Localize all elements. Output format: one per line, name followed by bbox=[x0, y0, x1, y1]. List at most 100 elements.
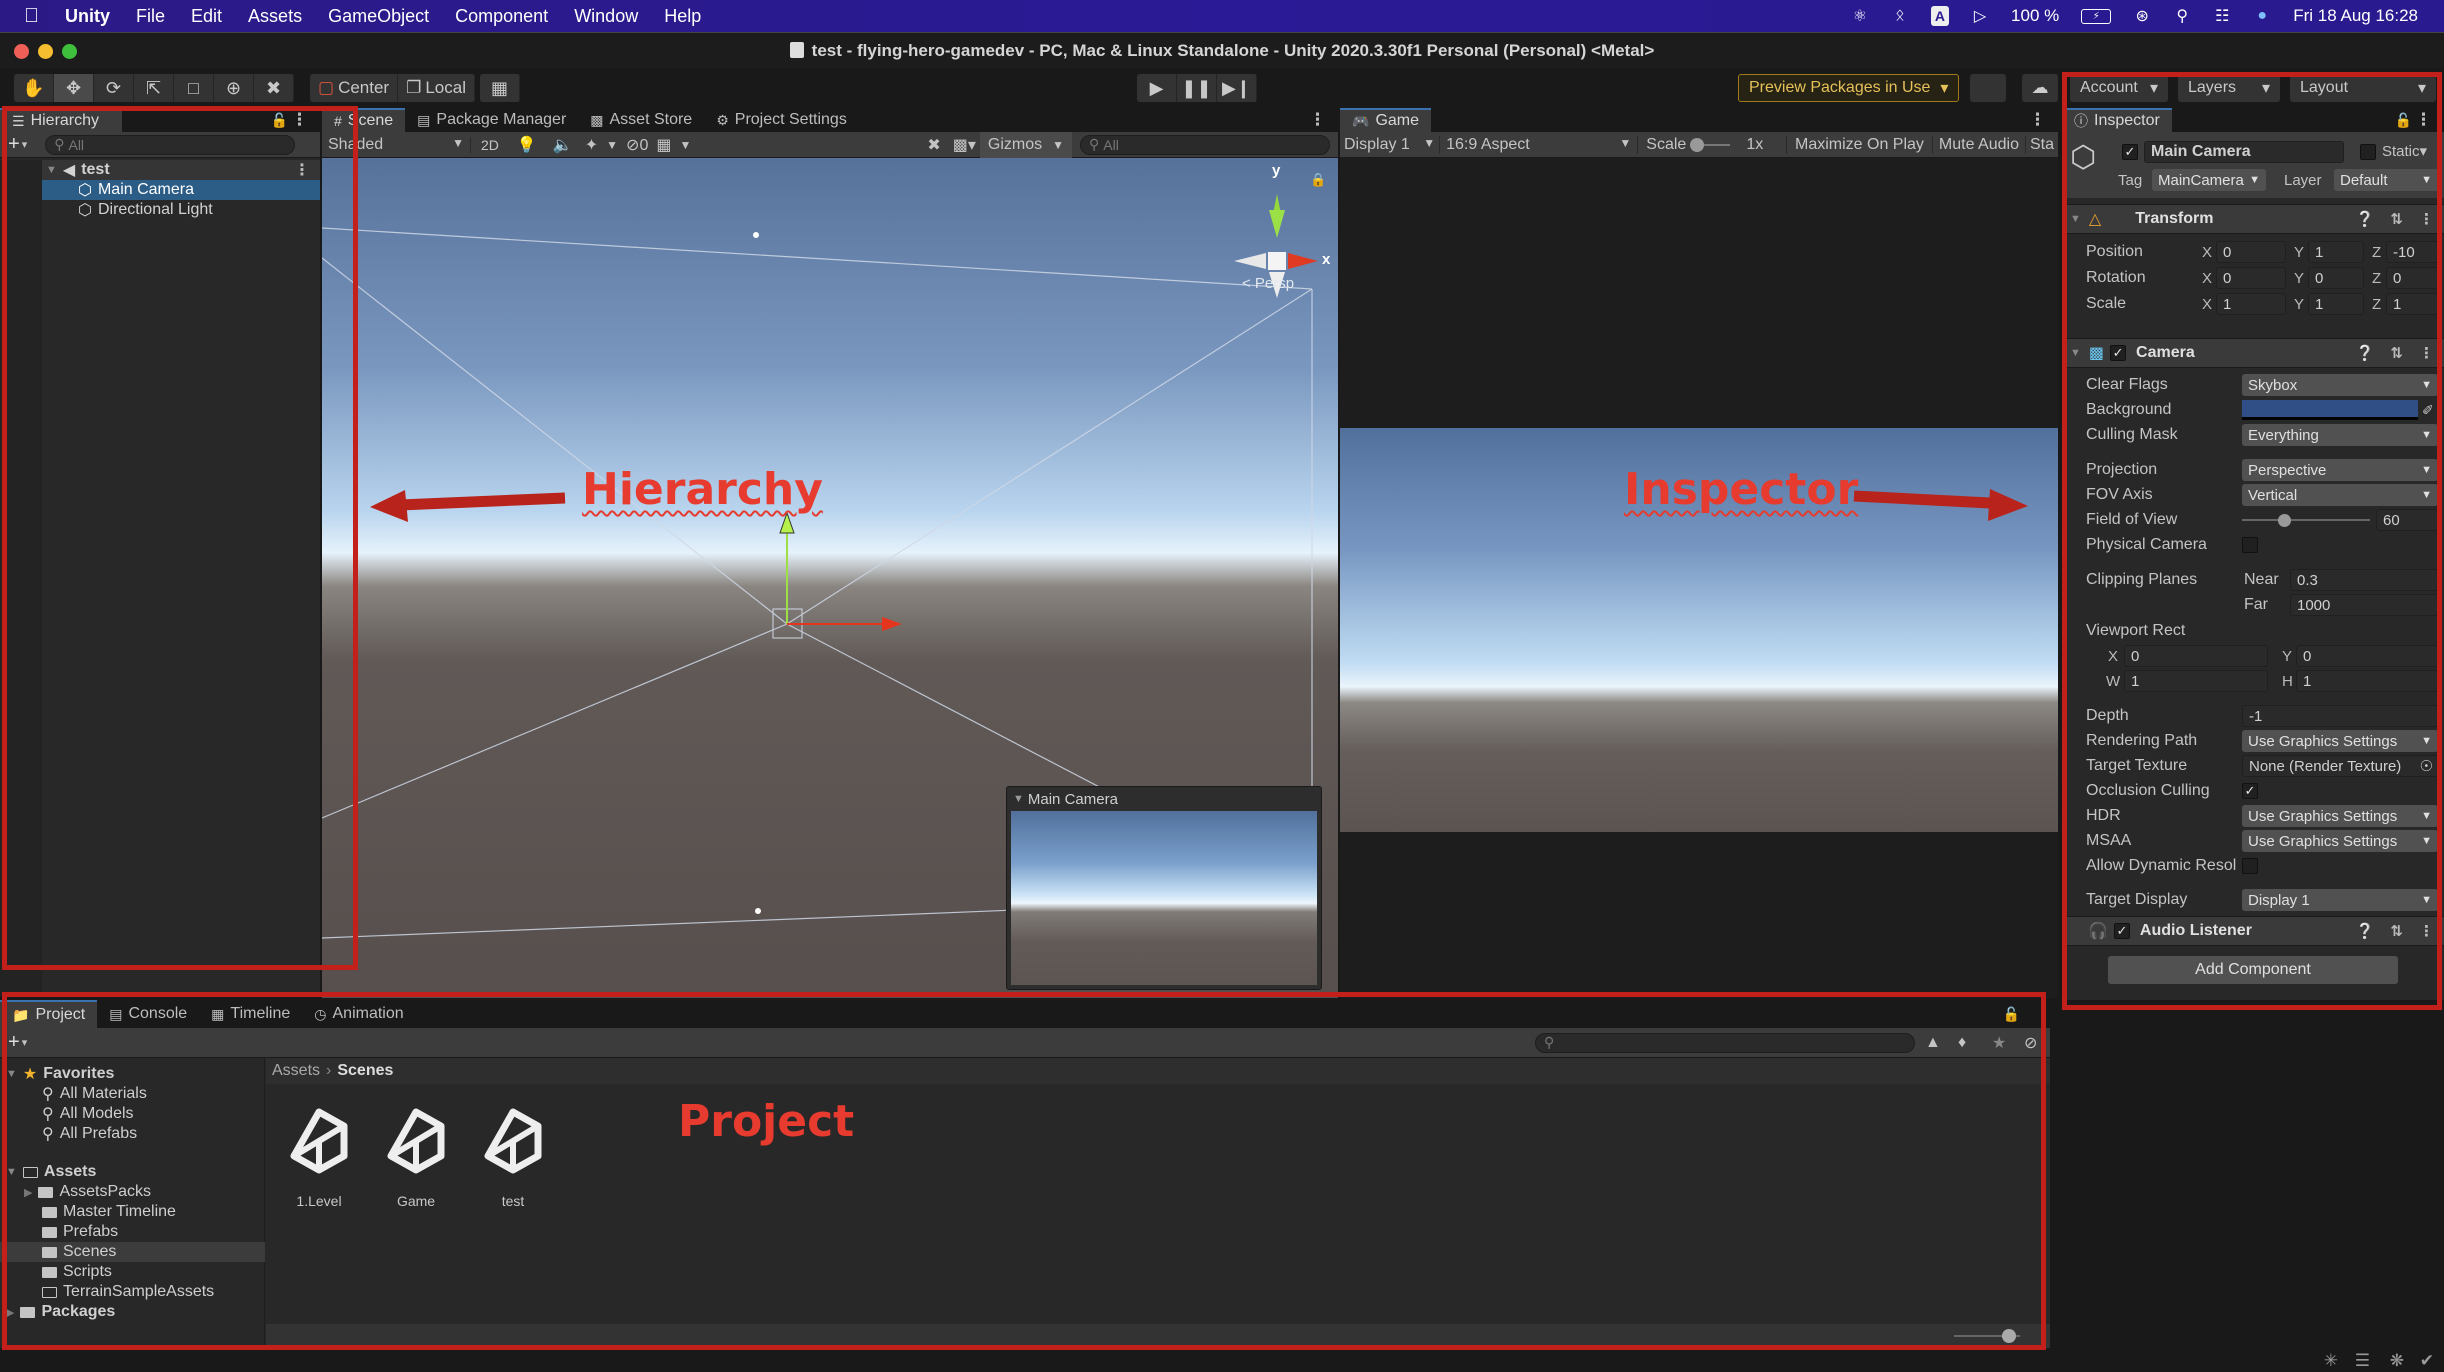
create-plus-icon[interactable]: + bbox=[8, 133, 20, 156]
pivot-local-toggle[interactable]: ❐ Local bbox=[398, 74, 475, 102]
save-search-star-icon[interactable]: ★ bbox=[1992, 1033, 2006, 1053]
target-texture-field[interactable]: None (Render Texture) ☉ bbox=[2242, 755, 2438, 777]
camera-preview-header[interactable]: ▼ Main Camera bbox=[1007, 787, 1321, 811]
gizmo-neg-x-cone[interactable] bbox=[1234, 253, 1266, 269]
auto-generate-lighting-icon[interactable]: ❋ bbox=[2390, 1351, 2404, 1371]
step-button[interactable]: ▶❙ bbox=[1217, 74, 1257, 102]
physical-camera-checkbox[interactable] bbox=[2242, 537, 2258, 553]
icon-size-slider-thumb[interactable] bbox=[2002, 1329, 2016, 1343]
active-checkbox[interactable]: ✓ bbox=[2122, 144, 2138, 160]
fov-slider-thumb[interactable] bbox=[2278, 514, 2292, 527]
scale-slider-thumb[interactable] bbox=[1690, 137, 1705, 152]
tab-project-settings[interactable]: ⚙ Project Settings bbox=[704, 108, 859, 132]
panel-menu-icon[interactable]: ⋮ bbox=[1309, 110, 1326, 130]
eyedropper-icon[interactable]: ✐ bbox=[2422, 402, 2434, 419]
transform-z-input[interactable]: 1 bbox=[2386, 293, 2438, 315]
scene-search-input[interactable]: ⚲ All bbox=[1080, 134, 1330, 155]
culling-mask-dropdown[interactable]: Everything ▼ bbox=[2242, 424, 2438, 446]
viewport-y-input[interactable]: 0 bbox=[2296, 645, 2438, 667]
expand-arrow-icon[interactable]: ▼ bbox=[2070, 213, 2081, 225]
gameobject-cube-icon[interactable]: ⬡ bbox=[2070, 140, 2096, 175]
cloud-icon[interactable]: ☁ bbox=[2022, 74, 2058, 102]
transform-z-input[interactable]: 0 bbox=[2386, 267, 2438, 289]
viewport-x-input[interactable]: 0 bbox=[2124, 645, 2268, 667]
transform-y-input[interactable]: 0 bbox=[2308, 267, 2364, 289]
scale-slider[interactable]: Scale 1x bbox=[1637, 135, 1786, 154]
tab-inspector[interactable]: ⓘ Inspector bbox=[2062, 108, 2172, 132]
hand-tool-icon[interactable]: ✋ bbox=[14, 74, 54, 102]
hidden-objects-icon[interactable]: ⊘0 bbox=[622, 135, 652, 155]
viewport-h-input[interactable]: 1 bbox=[2296, 670, 2438, 692]
target-display-dropdown[interactable]: Display 1 ▼ bbox=[2242, 889, 2438, 911]
camera-icon[interactable]: ▩▾ bbox=[949, 135, 980, 155]
menu-app-unity[interactable]: Unity bbox=[65, 6, 110, 27]
aspect-dropdown[interactable]: 16:9 Aspect ▼ bbox=[1439, 135, 1637, 154]
project-search-input[interactable]: ⚲ bbox=[1535, 1032, 1915, 1053]
folder-item[interactable]: Prefabs bbox=[0, 1222, 265, 1242]
component-menu-icon[interactable]: ⋮ bbox=[2419, 210, 2434, 228]
panel-menu-icon[interactable]: ⋮ bbox=[2415, 110, 2432, 130]
spotlight-search-icon[interactable]: ⚲ bbox=[2173, 6, 2191, 26]
siri-icon[interactable]: ● bbox=[2253, 6, 2271, 26]
folder-item[interactable]: Master Timeline bbox=[0, 1202, 265, 1222]
projection-toggle[interactable]: < Persp bbox=[1242, 275, 1294, 292]
help-icon[interactable]: ❔ bbox=[2356, 210, 2375, 228]
object-name-input[interactable]: Main Camera bbox=[2144, 141, 2344, 163]
grid-toggle-icon[interactable]: ▦ bbox=[652, 135, 675, 155]
transform-x-input[interactable]: 0 bbox=[2216, 241, 2286, 263]
tab-animation[interactable]: ◷ Animation bbox=[302, 1000, 415, 1028]
hidden-packages-icon[interactable]: ⊘ bbox=[2024, 1033, 2037, 1053]
audio-listener-checkbox[interactable]: ✓ bbox=[2113, 923, 2130, 939]
move-gizmo-x-arrow[interactable] bbox=[882, 617, 902, 631]
help-icon[interactable]: ❔ bbox=[2356, 344, 2375, 362]
wifi-icon[interactable]: ⊛ bbox=[2133, 6, 2151, 26]
preview-packages-dropdown[interactable]: Preview Packages in Use ▾ bbox=[1738, 74, 1960, 102]
fov-input[interactable]: 60 bbox=[2376, 509, 2438, 531]
favorite-item[interactable]: ⚲ All Materials bbox=[0, 1084, 265, 1104]
favorite-item[interactable]: ⚲ All Models bbox=[0, 1104, 265, 1124]
tab-scene[interactable]: # Scene bbox=[322, 108, 406, 132]
chevron-down-icon[interactable]: ▼ bbox=[675, 138, 695, 152]
fov-axis-dropdown[interactable]: Vertical ▼ bbox=[2242, 484, 2438, 506]
expand-arrow-icon[interactable]: ▶ bbox=[6, 1306, 14, 1319]
rotate-tool-icon[interactable]: ⟳ bbox=[94, 74, 134, 102]
far-input[interactable]: 1000 bbox=[2290, 594, 2438, 616]
chevron-down-icon[interactable]: ▾ bbox=[22, 1036, 28, 1049]
tab-project[interactable]: 📁 Project bbox=[0, 1000, 98, 1028]
static-dropdown[interactable]: Static▾ bbox=[2382, 142, 2427, 160]
create-plus-icon[interactable]: + bbox=[8, 1031, 20, 1054]
scene-viewport[interactable]: y x 🔒 < Persp ▼ Main Camera bbox=[322, 158, 1338, 998]
transform-header[interactable]: ▼ △ Transform ❔ ⇅ ⋮ bbox=[2062, 204, 2444, 234]
menu-edit[interactable]: Edit bbox=[191, 6, 222, 27]
breadcrumb-assets[interactable]: Assets bbox=[272, 1062, 320, 1080]
transform-x-input[interactable]: 0 bbox=[2216, 267, 2286, 289]
add-component-button[interactable]: Add Component bbox=[2108, 956, 2398, 984]
menu-gameobject[interactable]: GameObject bbox=[328, 6, 429, 27]
transform-z-input[interactable]: -10 bbox=[2386, 241, 2438, 263]
camera-header[interactable]: ▼ ▩ ✓ Camera ❔ ⇅ ⋮ bbox=[2062, 338, 2444, 368]
lock-icon[interactable]: 🔓 bbox=[271, 112, 288, 129]
expand-arrow-icon[interactable]: ▶ bbox=[24, 1186, 32, 1199]
pause-button[interactable]: ❚❚ bbox=[1177, 74, 1217, 102]
hierarchy-scene-root[interactable]: ▼ ◀ test ⋮ bbox=[0, 160, 320, 180]
gizmo-lock-icon[interactable]: 🔒 bbox=[1310, 172, 1326, 188]
expand-arrow-icon[interactable]: ▼ bbox=[2070, 347, 2081, 359]
rendering-path-dropdown[interactable]: Use Graphics Settings ▼ bbox=[2242, 730, 2438, 752]
gizmo-x-cone[interactable] bbox=[1288, 253, 1318, 269]
search-by-type-icon[interactable]: ▲ bbox=[1925, 1034, 1941, 1052]
move-tool-icon[interactable]: ✥ bbox=[54, 74, 94, 102]
tab-package-manager[interactable]: ▤ Package Manager bbox=[405, 108, 578, 132]
clock[interactable]: Fri 18 Aug 16:28 bbox=[2293, 6, 2418, 26]
unity-hub-icon[interactable]: ⚛ bbox=[1851, 6, 1869, 26]
presets-icon[interactable]: ⇅ bbox=[2390, 922, 2403, 940]
tab-timeline[interactable]: ▦ Timeline bbox=[199, 1000, 302, 1028]
lock-icon[interactable]: 🔓 bbox=[2003, 1006, 2020, 1023]
background-color-swatch[interactable] bbox=[2242, 400, 2418, 420]
folder-item[interactable]: Scenes bbox=[0, 1242, 265, 1262]
scene-effects-icon[interactable]: ✦ bbox=[581, 135, 602, 155]
menu-file[interactable]: File bbox=[136, 6, 165, 27]
frustum-handle[interactable] bbox=[753, 232, 759, 238]
tab-asset-store[interactable]: ▩ Asset Store bbox=[578, 108, 704, 132]
favorite-item[interactable]: ⚲ All Prefabs bbox=[0, 1124, 265, 1144]
search-by-label-icon[interactable]: ♦ bbox=[1958, 1034, 1966, 1052]
